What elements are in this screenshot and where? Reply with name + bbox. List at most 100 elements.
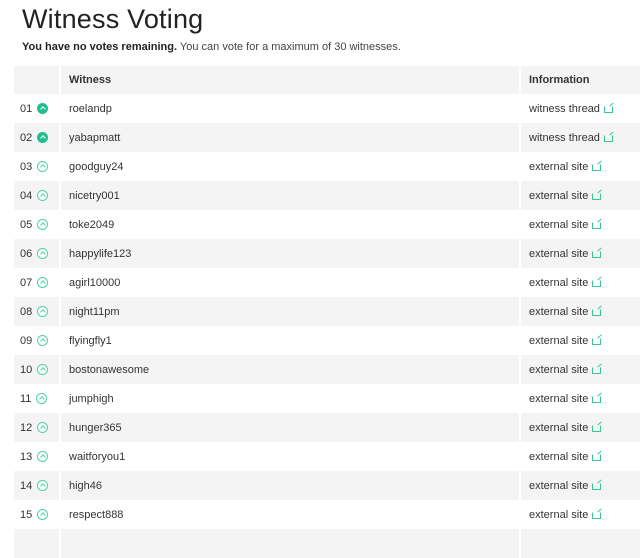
upvote-icon[interactable] (37, 421, 49, 433)
witness-name-link[interactable]: happylife123 (69, 248, 131, 260)
upvote-icon[interactable] (37, 189, 49, 201)
info-link[interactable]: external site (529, 219, 602, 231)
info-link[interactable]: external site (529, 509, 602, 521)
info-link[interactable]: witness thread (529, 103, 613, 115)
page-title: Witness Voting (22, 4, 204, 34)
info-cell: external site (519, 326, 640, 355)
witness-name-link[interactable]: agirl10000 (69, 277, 120, 289)
upvote-icon[interactable] (37, 479, 49, 491)
external-link-icon (592, 163, 602, 171)
votes-maximum: You can vote for a maximum of 30 witness… (177, 41, 401, 53)
upvote-icon[interactable] (37, 508, 49, 520)
witness-name-link[interactable]: hunger365 (69, 422, 122, 434)
rank: 03 (20, 160, 33, 173)
witness-cell: bostonawesome (59, 355, 520, 384)
info-cell (519, 529, 640, 558)
rank-cell: 10 (14, 355, 60, 384)
rank-cell: 05 (14, 210, 60, 239)
witness-name-link[interactable]: goodguy24 (69, 161, 123, 173)
witness-name-link[interactable]: high46 (69, 480, 102, 492)
rank: 04 (20, 189, 33, 202)
table-row: 04 nicetry001 external site (14, 181, 640, 210)
upvote-icon[interactable] (37, 450, 49, 462)
rank: 14 (20, 479, 33, 492)
info-link[interactable]: witness thread (529, 132, 613, 144)
info-link[interactable]: external site (529, 189, 602, 202)
rank: 12 (20, 421, 33, 434)
external-link-icon (592, 453, 602, 461)
upvote-icon[interactable] (37, 305, 49, 317)
witness-cell: toke2049 (59, 210, 520, 239)
witness-name-link[interactable]: flyingfly1 (69, 335, 112, 347)
info-link[interactable]: external site (529, 247, 602, 260)
table-header: Witness Information (14, 66, 640, 94)
external-link-icon (603, 134, 613, 142)
upvote-icon[interactable] (37, 276, 49, 288)
table-row: 15 respect888 external site (14, 500, 640, 529)
info-link-label: witness thread (529, 131, 600, 144)
rank: 05 (20, 218, 33, 231)
witness-name-link[interactable]: jumphigh (69, 393, 114, 405)
rank-cell: 14 (14, 471, 60, 500)
info-link-label: external site (529, 363, 589, 376)
rank: 10 (20, 363, 33, 376)
info-link-label: external site (529, 247, 589, 260)
rank: 07 (20, 276, 33, 289)
table-row: 08 night11pm external site (14, 297, 640, 326)
table-row: 07 agirl10000 external site (14, 268, 640, 297)
info-link[interactable]: external site (529, 363, 602, 376)
rank-cell (14, 529, 60, 558)
witness-name-link[interactable]: nicetry001 (69, 190, 120, 202)
table-row: 03 goodguy24 external site (14, 152, 640, 181)
witness-name-link[interactable]: waitforyou1 (69, 451, 125, 463)
rank-cell: 08 (14, 297, 60, 326)
witness-name-link[interactable]: roelandp (69, 103, 112, 115)
witness-cell: roelandp (59, 94, 520, 123)
info-link-label: external site (529, 276, 589, 289)
upvote-icon[interactable] (36, 392, 48, 404)
info-cell: external site (519, 384, 640, 413)
info-link[interactable]: external site (529, 480, 602, 492)
external-link-icon (592, 511, 602, 519)
table-row: 09 flyingfly1 external site (14, 326, 640, 355)
info-link[interactable]: external site (529, 276, 602, 289)
rank: 13 (20, 450, 33, 463)
witness-cell: hunger365 (59, 413, 520, 442)
rank-cell: 07 (14, 268, 60, 297)
rank-cell: 02 (14, 123, 60, 152)
witness-cell: waitforyou1 (59, 442, 520, 471)
info-link[interactable]: external site (529, 161, 602, 173)
info-link[interactable]: external site (529, 422, 602, 434)
table-row: 13 waitforyou1 external site (14, 442, 640, 471)
info-link[interactable]: external site (529, 305, 602, 318)
upvote-icon[interactable] (37, 160, 49, 172)
info-link[interactable]: external site (529, 451, 602, 463)
info-link-label: witness thread (529, 102, 600, 115)
external-link-icon (603, 105, 613, 113)
info-link[interactable]: external site (529, 335, 602, 347)
table-row: 10 bostonawesome external site (14, 355, 640, 384)
upvote-icon[interactable] (37, 334, 49, 346)
witness-name-link[interactable]: respect888 (69, 509, 123, 521)
info-link-label: external site (529, 305, 589, 318)
witness-name-link[interactable]: yabapmatt (69, 132, 120, 144)
info-link[interactable]: external site (529, 393, 602, 405)
witness-name-link[interactable]: bostonawesome (69, 364, 149, 376)
witness-name-link[interactable]: night11pm (69, 306, 120, 318)
witness-cell: nicetry001 (59, 181, 520, 210)
table-row: 11 jumphigh external site (14, 384, 640, 413)
upvote-icon[interactable] (37, 247, 49, 259)
info-link-label: external site (529, 189, 589, 202)
upvote-icon[interactable] (37, 131, 49, 143)
external-link-icon (592, 221, 602, 229)
external-link-icon (592, 279, 602, 287)
witness-name-link[interactable]: toke2049 (69, 219, 114, 231)
info-cell: external site (519, 442, 640, 471)
info-cell: external site (519, 500, 640, 529)
external-link-icon (592, 337, 602, 345)
upvote-icon[interactable] (37, 102, 49, 114)
upvote-icon[interactable] (37, 218, 49, 230)
upvote-icon[interactable] (37, 363, 49, 375)
witness-cell: respect888 (59, 500, 520, 529)
witness-cell: goodguy24 (59, 152, 520, 181)
